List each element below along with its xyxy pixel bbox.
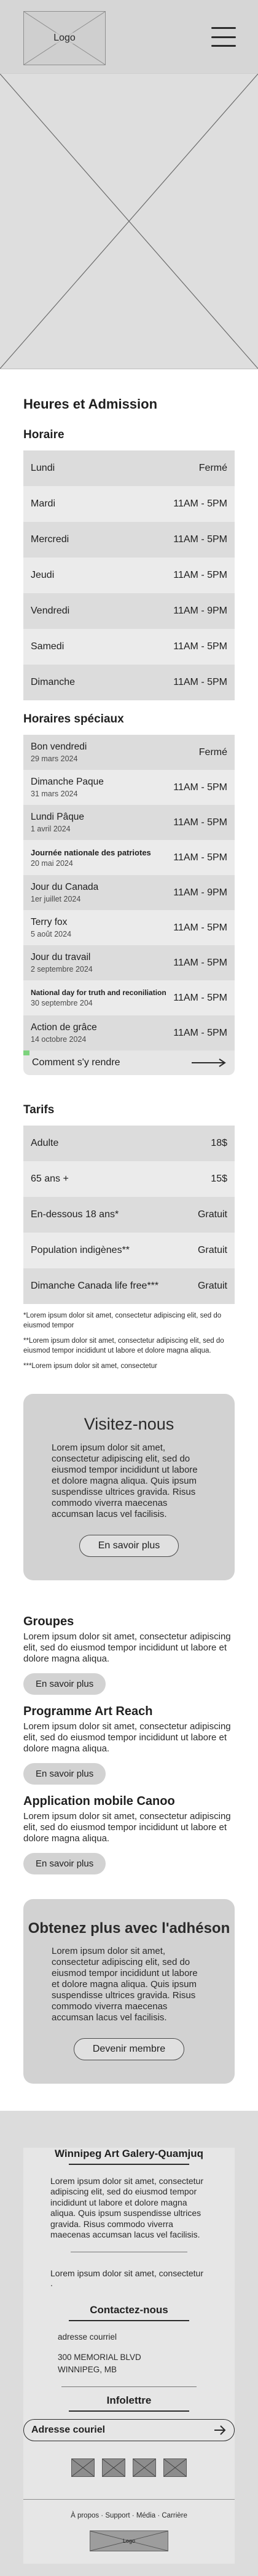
program-body: Lorem ipsum dolor sit amet, consectetur … <box>23 1810 231 1844</box>
table-row: Mercredi 11AM - 5PM <box>23 522 235 558</box>
contact-title: Contactez-nous <box>90 2303 168 2316</box>
newsletter-email-input[interactable]: Adresse couriel <box>23 2419 235 2442</box>
site-header: Logo <box>0 0 258 74</box>
footer-title: Winnipeg Art Galery-Quamjuq <box>55 2147 203 2159</box>
footer-links[interactable]: À propos · Support · Média · Carrière <box>23 2512 235 2519</box>
table-row: Jour du Canada 1er juillet 2024 11AM - 9PM <box>23 875 235 910</box>
table-row: Journée nationale des patriotes 20 mai 20… <box>23 840 235 875</box>
membership-card: Obtenez plus avec l'adhéson Lorem ipsum … <box>23 1898 235 2084</box>
become-member-button[interactable]: Devenir membre <box>73 2038 185 2060</box>
table-row: Samedi 11AM - 5PM <box>23 629 235 665</box>
social-icon[interactable] <box>102 2458 125 2478</box>
prices-title: Tarifs <box>23 1103 55 1116</box>
program-canoo: Application mobile Canoo Lorem ipsum dol… <box>23 1794 235 1874</box>
table-row: 65 ans +15$ <box>23 1161 235 1197</box>
hours-title: Heures et Admission <box>23 396 158 412</box>
table-row: Dimanche Paque 31 mars 2024 11AM - 5PM <box>23 770 235 805</box>
table-row: Jeudi 11AM - 5PM <box>23 558 235 593</box>
program-title: Groupes <box>23 1614 74 1628</box>
directions-link[interactable]: Comment s'y rendre <box>23 1050 235 1075</box>
divider <box>69 2319 189 2321</box>
table-row: Terry fox 5 août 2024 11AM - 5PM <box>23 910 235 945</box>
canoo-learn-more-button[interactable]: En savoir plus <box>23 1852 106 1874</box>
footer-panel: Winnipeg Art Galery-Quamjuq Lorem ipsum … <box>23 2147 235 2564</box>
footer-line: Lorem ipsum dolor sit amet, consectetur … <box>50 2268 203 2288</box>
hamburger-menu-icon[interactable] <box>211 27 236 47</box>
table-row: Dimanche 11AM - 5PM <box>23 665 235 700</box>
table-row: Lundi Pâque 1 avril 2024 11AM - 5PM <box>23 805 235 840</box>
table-row: Bon vendredi 29 mars 2024 Fermé <box>23 735 235 770</box>
social-icon[interactable] <box>71 2458 95 2478</box>
table-row: Adulte 18$ <box>23 1126 235 1161</box>
visit-title: Visitez-nous <box>84 1414 174 1433</box>
program-body: Lorem ipsum dolor sit amet, consectetur … <box>23 1631 231 1664</box>
placeholder-icon <box>0 74 258 369</box>
table-row: Population indigènes** Gratuit <box>23 1233 235 1268</box>
note: *Lorem ipsum dolor sit amet, consectetur… <box>23 1312 222 1329</box>
hero-image <box>0 74 258 369</box>
logo-label: Logo <box>24 33 105 44</box>
groupes-learn-more-button[interactable]: En savoir plus <box>23 1673 106 1695</box>
social-links <box>23 2458 235 2478</box>
schedule-title: Horaire <box>23 428 64 441</box>
table-row: En-dessous 18 ans* Gratuit <box>23 1197 235 1233</box>
directions-label: Comment s'y rendre <box>32 1057 120 1068</box>
program-title: Programme Art Reach <box>23 1704 153 1718</box>
table-row: Dimanche Canada life free*** Gratuit <box>23 1268 235 1304</box>
map-marker-icon <box>23 1050 29 1055</box>
art-reach-learn-more-button[interactable]: En savoir plus <box>23 1762 106 1785</box>
divider <box>23 2499 235 2500</box>
site-footer: Winnipeg Art Galery-Quamjuq Lorem ipsum … <box>0 2110 258 2576</box>
contact-email[interactable]: adresse courriel <box>23 2331 235 2343</box>
hours-table: Lundi Fermé Mardi 11AM - 5PM Mercredi 11AM … <box>23 450 235 700</box>
footer-logo-label: Logo <box>122 2538 136 2545</box>
table-row: Action de grâce 14 octobre 2024 11AM - 5PM <box>23 1015 235 1050</box>
social-icon[interactable] <box>163 2458 187 2478</box>
email-placeholder: Adresse couriel <box>31 2425 106 2436</box>
visit-body: Lorem ipsum dolor sit amet, consectetur … <box>52 1442 198 1519</box>
table-row: Vendredi 11AM - 9PM <box>23 593 235 629</box>
membership-body: Lorem ipsum dolor sit amet, consectetur … <box>52 1945 198 2023</box>
visit-learn-more-button[interactable]: En savoir plus <box>79 1534 179 1557</box>
arrow-right-icon[interactable] <box>213 2423 227 2437</box>
table-row: Mardi 11AM - 5PM <box>23 486 235 522</box>
special-hours-title: Horaires spéciaux <box>23 713 124 726</box>
program-art-reach: Programme Art Reach Lorem ipsum dolor si… <box>23 1705 235 1785</box>
footer-logo[interactable]: Logo <box>90 2530 168 2552</box>
price-notes: *Lorem ipsum dolor sit amet, consectetur… <box>23 1311 235 1372</box>
membership-title: Obtenez plus avec l'adhéson <box>28 1919 230 1937</box>
note: **Lorem ipsum dolor sit amet, consectetu… <box>23 1337 224 1354</box>
note: ***Lorem ipsum dolor sit amet, consectet… <box>23 1362 157 1370</box>
divider <box>61 2386 197 2388</box>
table-row: Lundi Fermé <box>23 450 235 486</box>
visit-card: Visitez-nous Lorem ipsum dolor sit amet,… <box>23 1393 235 1580</box>
program-groupes: Groupes Lorem ipsum dolor sit amet, cons… <box>23 1615 235 1695</box>
social-icon[interactable] <box>133 2458 156 2478</box>
table-row: National day for truth and reconiliation… <box>23 980 235 1015</box>
arrow-right-icon <box>192 1058 226 1067</box>
address-line: 300 MEMORIAL BLVD <box>58 2353 141 2362</box>
program-body: Lorem ipsum dolor sit amet, consectetur … <box>23 1721 231 1754</box>
table-row: Jour du travail 2 septembre 2024 11AM - 5P… <box>23 945 235 980</box>
program-title: Application mobile Canoo <box>23 1794 175 1808</box>
logo[interactable]: Logo <box>23 11 106 65</box>
address-line: WINNIPEG, MB <box>58 2364 117 2374</box>
divider <box>69 2410 189 2412</box>
prices-table: Adulte 18$ 65 ans +15$ En-dessous 18 ans*… <box>23 1126 235 1304</box>
special-hours-table: Bon vendredi 29 mars 2024 Fermé Dimanche P… <box>23 735 235 1050</box>
footer-body: Lorem ipsum dolor sit amet, consectetur … <box>50 2175 203 2240</box>
newsletter-title: Infolettre <box>106 2394 152 2407</box>
